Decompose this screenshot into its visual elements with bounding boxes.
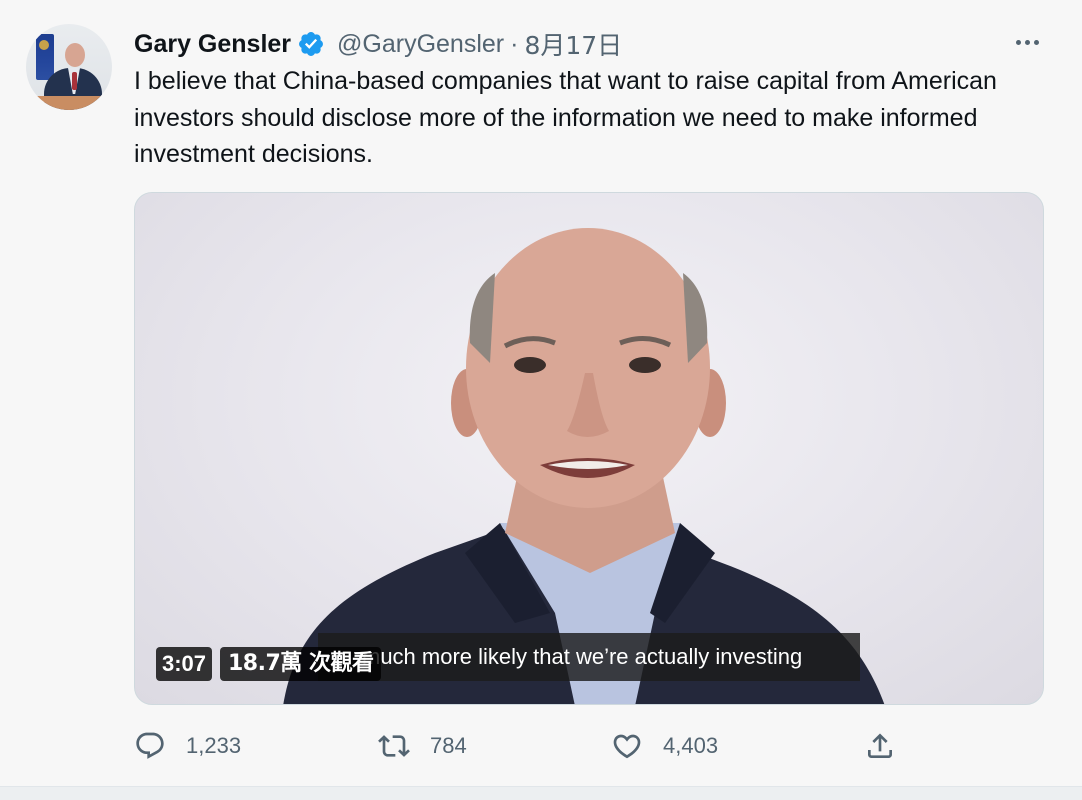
separator-dot: · <box>510 29 519 58</box>
verified-badge-icon <box>297 30 325 58</box>
retweet-button[interactable]: 784 <box>378 728 467 764</box>
tweet-date[interactable]: 8月17日 <box>524 26 622 62</box>
share-button[interactable] <box>864 728 896 764</box>
flag-in-avatar <box>36 34 54 80</box>
user-handle[interactable]: @GaryGensler <box>337 30 504 59</box>
more-options-icon[interactable] <box>1012 28 1042 56</box>
like-button[interactable]: 4,403 <box>611 728 718 764</box>
avatar[interactable] <box>26 24 112 110</box>
share-icon <box>868 733 892 758</box>
reply-icon <box>136 732 164 759</box>
video-player[interactable] <box>134 192 1044 705</box>
retweet-count: 784 <box>430 733 467 758</box>
tweet-text: I believe that China-based companies tha… <box>134 67 997 168</box>
like-count: 4,403 <box>663 733 719 758</box>
avatar-head <box>65 43 85 67</box>
reply-count: 1,233 <box>186 733 242 758</box>
video-caption: much more likely that we’re actually inv… <box>318 633 860 681</box>
tweet-divider <box>0 786 1082 800</box>
reply-button[interactable]: 1,233 <box>134 728 241 764</box>
tweet[interactable]: Gary Gensler @GaryGensler · 8月17日 I beli… <box>0 0 1082 786</box>
retweet-icon <box>378 735 410 757</box>
heart-icon <box>613 734 641 759</box>
video-duration-badge: 3:07 <box>156 647 213 681</box>
video-frame-person <box>283 228 885 704</box>
tweet-header: Gary Gensler @GaryGensler · 8月17日 <box>134 26 622 62</box>
display-name[interactable]: Gary Gensler <box>134 30 291 59</box>
video-views-badge: 18.7萬 次觀看 <box>220 647 382 681</box>
